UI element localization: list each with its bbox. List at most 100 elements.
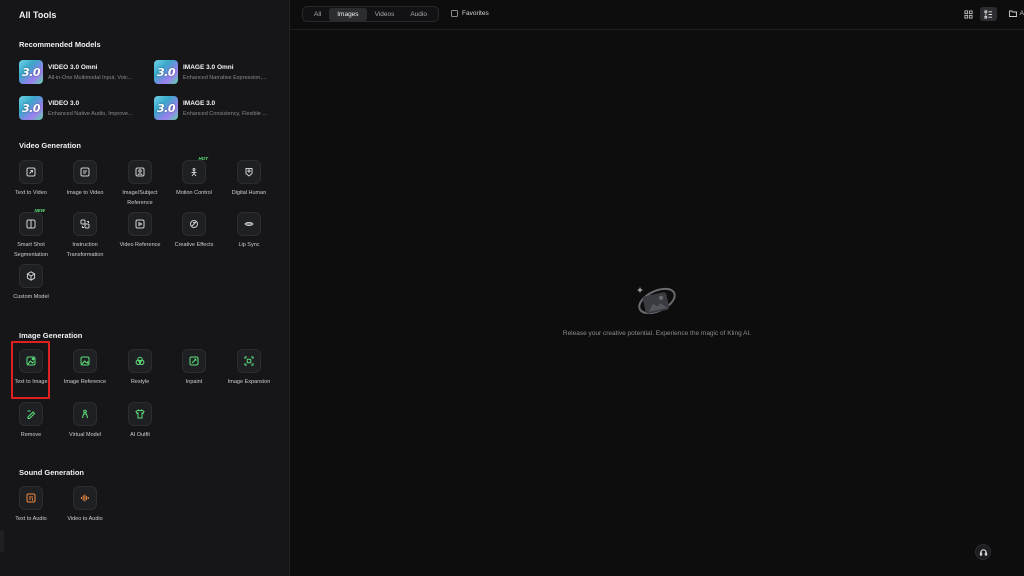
- empty-message: Release your creative potential. Experie…: [562, 330, 752, 337]
- tool-label: Lip Sync: [238, 242, 260, 248]
- tool-virtual-model[interactable]: Virtual Model: [60, 402, 110, 441]
- tool-digital-human[interactable]: Digital Human: [224, 160, 274, 199]
- smart-shot-icon: NEW: [19, 208, 45, 236]
- image-reference-icon: [73, 349, 97, 373]
- custom-model-icon: [19, 264, 43, 288]
- tool-video-reference[interactable]: Video Reference: [115, 212, 165, 251]
- model-name: IMAGE 3.0 Omni: [183, 63, 234, 71]
- video-audio-icon: [73, 486, 97, 510]
- model-desc: Enhanced Native Audio, Improve...: [48, 110, 133, 117]
- motion-control-icon: HOT: [182, 156, 208, 184]
- tool-video-to-audio[interactable]: Video to Audio: [60, 486, 110, 525]
- model-name: VIDEO 3.0: [48, 99, 80, 107]
- tab-images[interactable]: Images: [329, 7, 367, 21]
- model-badge: 3.0: [157, 101, 176, 115]
- image-video-icon: [73, 160, 97, 184]
- tool-label: Virtual Model: [69, 432, 101, 438]
- video-reference-icon: [128, 212, 152, 236]
- model-card-image-omni[interactable]: 3.0 IMAGE 3.0 Omni Enhanced Narrative Exp…: [154, 59, 284, 85]
- model-desc: All-in-One Multimodal Input, Voic...: [48, 74, 133, 81]
- tool-ai-outfit[interactable]: AI Outfit: [115, 402, 165, 441]
- assets-button[interactable]: A: [1008, 10, 1024, 17]
- model-badge: 3.0: [157, 65, 176, 79]
- sound-generation-title: Sound Generation: [19, 468, 85, 477]
- tool-instruction-transformation[interactable]: Instruction Transformation: [60, 212, 110, 260]
- filter-tabs: All Images Videos Audio: [302, 6, 439, 22]
- tool-image-reference[interactable]: Image Reference: [60, 349, 110, 388]
- model-card-image[interactable]: 3.0 IMAGE 3.0 Enhanced Consistency, Flexi…: [154, 95, 284, 121]
- tool-creative-effects[interactable]: Creative Effects: [169, 212, 219, 251]
- tool-label: Custom Model: [13, 294, 49, 300]
- image-generation-title: Image Generation: [19, 331, 83, 340]
- tool-label: Digital Human: [231, 190, 267, 196]
- tool-label: Remove: [20, 432, 42, 438]
- tool-text-to-audio[interactable]: Text to Audio: [6, 486, 56, 525]
- tool-motion-control[interactable]: HOT Motion Control: [169, 156, 219, 199]
- tool-lip-sync[interactable]: Lip Sync: [224, 212, 274, 251]
- lip-sync-icon: [237, 212, 261, 236]
- tab-audio[interactable]: Audio: [402, 8, 435, 21]
- text-audio-icon: [19, 486, 43, 510]
- tool-label: Image Reference: [63, 379, 107, 385]
- tool-label: AI Outfit: [130, 432, 150, 438]
- tool-restyle[interactable]: Restyle: [115, 349, 165, 388]
- model-card-video-omni[interactable]: 3.0 VIDEO 3.0 Omni All-in-One Multimodal …: [19, 59, 149, 85]
- main-panel: All Images Videos Audio Favorites A Rele…: [290, 0, 1024, 576]
- tool-image-subject-reference[interactable]: Image/Subject Reference: [115, 160, 165, 208]
- tool-label: Image/Subject Reference: [122, 190, 158, 206]
- tool-label: Text to Image: [14, 379, 48, 385]
- tool-label: Restyle: [130, 379, 150, 385]
- new-badge: NEW: [34, 208, 46, 213]
- list-view-button[interactable]: [980, 7, 997, 21]
- tool-label: Image to Video: [66, 190, 104, 196]
- tool-label: Smart Shot Segmentation: [14, 242, 48, 258]
- grid-icon: [964, 9, 973, 19]
- tool-label: Creative Effects: [174, 242, 214, 248]
- tool-text-to-video[interactable]: Text to Video: [6, 160, 56, 199]
- grid-view-button[interactable]: [960, 7, 977, 21]
- tool-label: Inpaint: [185, 379, 203, 385]
- tool-text-to-image[interactable]: Text to Image: [6, 349, 56, 388]
- model-card-video[interactable]: 3.0 VIDEO 3.0 Enhanced Native Audio, Impr…: [19, 95, 149, 121]
- tool-image-to-video[interactable]: Image to Video: [60, 160, 110, 199]
- collapse-handle[interactable]: [0, 530, 4, 552]
- tab-all[interactable]: All: [306, 8, 329, 21]
- tool-label: Text to Audio: [15, 516, 47, 522]
- tools-sidebar: All Tools Recommended Models 3.0 VIDEO 3…: [0, 0, 290, 576]
- creative-effects-icon: [182, 212, 206, 236]
- remove-icon: [19, 402, 43, 426]
- empty-state: Release your creative potential. Experie…: [290, 280, 1024, 337]
- favorites-checkbox[interactable]: [451, 10, 458, 17]
- tool-remove[interactable]: Remove: [6, 402, 56, 441]
- hot-badge: HOT: [198, 156, 209, 161]
- instruction-icon: [73, 212, 97, 236]
- list-icon: [984, 9, 993, 19]
- ai-outfit-icon: [128, 402, 152, 426]
- text-video-icon: [19, 160, 43, 184]
- video-generation-title: Video Generation: [19, 141, 81, 150]
- app-window: All Tools Recommended Models 3.0 VIDEO 3…: [0, 0, 1024, 576]
- tool-label: Video to Audio: [67, 516, 103, 522]
- tool-image-expansion[interactable]: Image Expansion: [224, 349, 274, 388]
- model-badge: 3.0: [22, 65, 41, 79]
- text-image-icon: [19, 349, 43, 373]
- favorites-toggle[interactable]: Favorites: [451, 10, 489, 17]
- tab-videos[interactable]: Videos: [367, 8, 403, 21]
- tool-inpaint[interactable]: Inpaint: [169, 349, 219, 388]
- model-badge: 3.0: [22, 101, 41, 115]
- headset-icon: [979, 548, 987, 556]
- tool-smart-shot-segmentation[interactable]: NEW Smart Shot Segmentation: [6, 208, 56, 260]
- sidebar-title: All Tools: [19, 10, 57, 20]
- image-expansion-icon: [237, 349, 261, 373]
- model-desc: Enhanced Narrative Expression,...: [183, 74, 267, 81]
- assets-label: A: [1019, 10, 1024, 17]
- digital-human-icon: [237, 160, 261, 184]
- model-thumbnail: 3.0: [154, 60, 178, 84]
- tool-custom-model[interactable]: Custom Model: [6, 264, 56, 303]
- tool-label: Video Reference: [119, 242, 161, 248]
- support-button[interactable]: [975, 544, 991, 560]
- subject-reference-icon: [128, 160, 152, 184]
- virtual-model-icon: [73, 402, 97, 426]
- top-bar: All Images Videos Audio Favorites A: [290, 0, 1024, 30]
- folder-icon: [1008, 10, 1017, 17]
